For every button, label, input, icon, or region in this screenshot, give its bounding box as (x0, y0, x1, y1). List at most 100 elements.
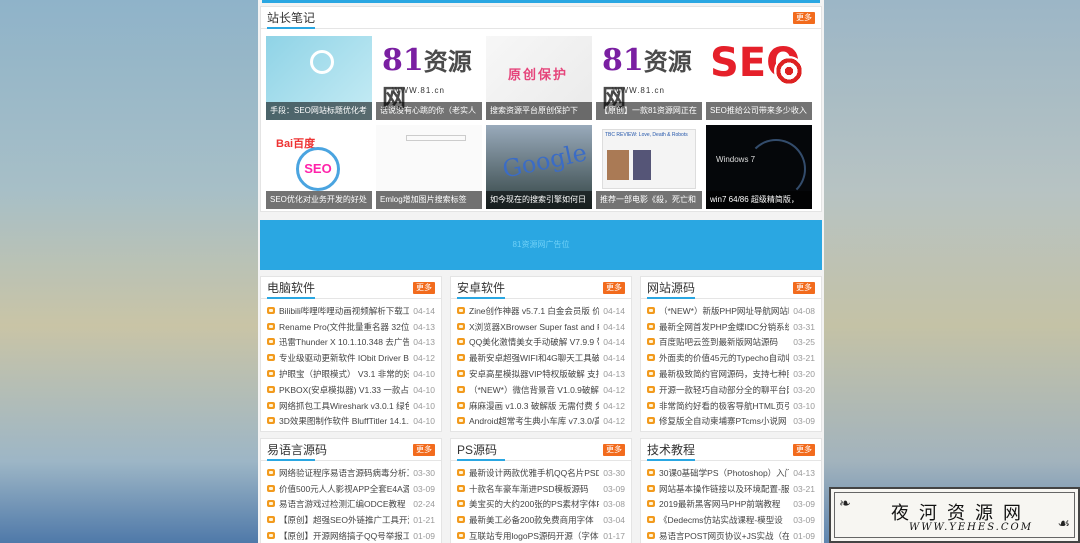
item-icon (267, 322, 276, 331)
list-item[interactable]: X浏览器XBrowser Super fast and P 04-14 (457, 319, 625, 335)
notes-more-button[interactable]: 更多 (793, 11, 815, 24)
section-more-button[interactable]: 更多 (793, 281, 815, 294)
list-item[interactable]: 最新设计两款优雅手机QQ名片PSD源 03-30 (457, 465, 625, 481)
item-icon (647, 468, 656, 477)
item-icon (267, 417, 276, 425)
item-icon (457, 500, 466, 508)
thumbnail-card[interactable]: TBC REVIEW: Love, Death & Robots 推荐一部电影《… (596, 125, 702, 209)
list-item[interactable]: （*NEW*）新版PHP网址导航网站时代04-08 (647, 303, 815, 319)
ad-banner[interactable]: 81资源网广告位 (260, 220, 822, 270)
thumbnail-caption: 【原创】一款81资源网正在 (596, 102, 702, 120)
thumbnail-caption: SEO优化对业务开发的好处 (266, 191, 372, 209)
item-icon (457, 484, 466, 493)
list-item[interactable]: 2019最新黑客网马PHP前端教程 03-09 (647, 497, 815, 513)
section-tutorials: 技术教程 更多 30课0基础学PS（Photoshop）入门 04-13 网站基本… (640, 438, 822, 543)
list-item[interactable]: 网络验证程序易语言源码病毒分析工具 03-30 (267, 465, 435, 481)
list-item[interactable]: （*NEW*）微信背景音 V1.0.9破解版 04-12 (457, 382, 625, 398)
item-icon (267, 354, 276, 362)
list-item[interactable]: 最新极致简约官网源码，支持七种图 03-20 (647, 366, 815, 382)
list-item[interactable]: Bilibili哔哩哔哩动画视频解析下载工 04-14 (267, 303, 435, 319)
list-item[interactable]: 【原创】开源网络搞子QQ号举报工具 01-09 (267, 528, 435, 543)
notes-header: 站长笔记 更多 (261, 7, 821, 29)
thumbnail-caption: 搜索资源平台原创保护下 (486, 102, 592, 120)
item-icon (647, 484, 656, 493)
section-website-source: 网站源码 更多 （*NEW*）新版PHP网址导航网站时代04-08 最新全网首发… (640, 276, 822, 432)
article-list: 30课0基础学PS（Photoshop）入门 04-13 网站基本操作链接以及环境… (641, 461, 821, 543)
site-logo-url: WWW.81.cn (392, 86, 446, 95)
item-icon (267, 468, 276, 477)
list-item[interactable]: 护眼宝（护眼模式） V3.1 非常的好用 04-10 (267, 366, 435, 382)
thumbnail-card[interactable]: 手段：SEO网站标题优化考 (266, 36, 372, 120)
list-item[interactable]: 百度贴吧云签到最新版网站源码 03-25 (647, 335, 815, 351)
section-header: 网站源码 更多 (641, 277, 821, 299)
item-icon (647, 500, 656, 508)
thumbnail-caption: 话说没有心跳的你（老实人 (376, 102, 482, 120)
item-icon (647, 338, 656, 346)
item-icon (267, 306, 276, 315)
list-item[interactable]: 价值500元人人影视APP全套E4A源码 03-09 (267, 481, 435, 497)
thumbnail-card[interactable]: Bai百度 SEO SEO优化对业务开发的好处 (266, 125, 372, 209)
list-item[interactable]: 30课0基础学PS（Photoshop）入门 04-13 (647, 465, 815, 481)
section-more-button[interactable]: 更多 (413, 443, 435, 456)
list-item[interactable]: 易语言POST网页协议+JS实战（在线 01-09 (647, 528, 815, 543)
item-icon (457, 385, 466, 394)
thumbnail-card[interactable]: 原创保护 搜索资源平台原创保护下 (486, 36, 592, 120)
list-item[interactable]: 最新安卓超强WIFI和4G聊天工具破解 04-14 (457, 350, 625, 366)
section-header: 易语言源码 更多 (261, 439, 441, 461)
list-item[interactable]: Rename Pro(文件批量重名器 32位 6 04-13 (267, 319, 435, 335)
article-list: 最新设计两款优雅手机QQ名片PSD源 03-30 十款名车豪车渐进PSD模板源码 0… (451, 461, 631, 543)
list-item[interactable]: 网站基本操作链接以及环境配置-服务 03-21 (647, 481, 815, 497)
list-item[interactable]: 《Dedecms仿站实战课程-模型设 03-09 (647, 512, 815, 528)
watermark-url: WWW.YEHES.COM (909, 522, 1033, 533)
notes-thumbnail-grid: 手段：SEO网站标题优化考 81资源网 WWW.81.cn 话说没有心跳的你（老… (261, 29, 821, 209)
section-more-button[interactable]: 更多 (603, 443, 625, 456)
list-item[interactable]: 网络抓包工具Wireshark v3.0.1 绿色 04-10 (267, 398, 435, 414)
list-item[interactable]: 3D效果图制作软件 BluffTitler 14.1.2. 04-10 (267, 414, 435, 430)
section-header: 技术教程 更多 (641, 439, 821, 461)
notes-panel: 站长笔记 更多 手段：SEO网站标题优化考 81资源网 WWW.81.cn 话说… (260, 6, 822, 212)
thumbnail-card[interactable]: Google 如今现在的搜索引擎如何日 (486, 125, 592, 209)
list-item[interactable]: 美宝买的大约200张的PS素材字体PSD03-08 (457, 497, 625, 513)
list-item[interactable]: 十款名车豪车渐进PSD模板源码 03-09 (457, 481, 625, 497)
list-item[interactable]: 互联站专用logoPS源码开源（字体打 01-17 (457, 528, 625, 543)
item-icon (267, 516, 276, 524)
thumbnail-card[interactable]: Windows 7 win7 64/86 超级精简版， (706, 125, 812, 209)
list-item[interactable]: QQ美化激情美女手动破解 V7.9.9 带 04-14 (457, 335, 625, 351)
article-list: 网络验证程序易语言源码病毒分析工具 03-30 价值500元人人影视APP全套E4… (261, 461, 441, 543)
thumbnail-card[interactable]: SEO SEO推给公司带来多少收入 (706, 36, 812, 120)
section-more-button[interactable]: 更多 (413, 281, 435, 294)
thumbnail-card[interactable]: Emlog增加图片搜索标签 (376, 125, 482, 209)
list-item[interactable]: 专业级驱动更新软件 IObit Driver Bo 04-12 (267, 350, 435, 366)
section-more-button[interactable]: 更多 (793, 443, 815, 456)
background-right (824, 0, 1080, 543)
list-item[interactable]: Zine创作神器 v5.7.1 白金会员版 价值 04-14 (457, 303, 625, 319)
notes-title: 站长笔记 (267, 11, 316, 25)
list-item[interactable]: 最新美工必备200款免费商用字体 03-04 (457, 512, 625, 528)
section-ps-source: PS源码 更多 最新设计两款优雅手机QQ名片PSD源 03-30 十款名车豪车渐进… (450, 438, 632, 543)
list-item[interactable]: 【原创】超强SEO外链推广工具开源 01-21 (267, 512, 435, 528)
item-icon (267, 370, 276, 378)
list-item[interactable]: PKBOX(安卓模拟器) V1.33 一款占用 04-10 (267, 382, 435, 398)
list-item[interactable]: 迅雷Thunder X 10.1.10.348 去广告 04-13 (267, 335, 435, 351)
list-item[interactable]: 非常简约好看的极客导航HTML页引 03-10 (647, 398, 815, 414)
section-pc-software: 电脑软件 更多 Bilibili哔哩哔哩动画视频解析下载工 04-14 Renam… (260, 276, 442, 432)
item-icon (457, 322, 466, 331)
section-e-language-source: 易语言源码 更多 网络验证程序易语言源码病毒分析工具 03-30 价值500元人人… (260, 438, 442, 543)
thumbnail-card[interactable]: 81资源网 WWW.81.cn 话说没有心跳的你（老实人 (376, 36, 482, 120)
background-left (0, 0, 258, 543)
list-item[interactable]: 修复版全自动柬埔寨PTcms小说网 03-09 (647, 414, 815, 430)
item-icon (647, 532, 656, 540)
list-item[interactable]: 最新全网首发PHP金蝶IDC分销系统 03-31 (647, 319, 815, 335)
article-list: Zine创作神器 v5.7.1 白金会员版 价值 04-14 X浏览器XBrows… (451, 299, 631, 429)
list-item[interactable]: 外面卖的价值45元的Typecho自动收 03-21 (647, 350, 815, 366)
list-item[interactable]: 开源一款轻巧自动部分全的聊平台网 03-20 (647, 382, 815, 398)
list-item[interactable]: 易语言游戏过检测汇编ODCE教程 02-24 (267, 497, 435, 513)
list-item[interactable]: 安卓高星模拟器VIP特权版破解 支持 04-13 (457, 366, 625, 382)
section-more-button[interactable]: 更多 (603, 281, 625, 294)
thumbnail-card[interactable]: 81资源网 WWW.81.cn 【原创】一款81资源网正在 (596, 36, 702, 120)
section-header: 安卓软件 更多 (451, 277, 631, 299)
list-item[interactable]: Android超常考生典小车库 v7.3.0/高 04-12 (457, 414, 625, 430)
item-icon (457, 354, 466, 362)
item-icon (457, 532, 466, 540)
list-item[interactable]: 麻麻漫画 v1.0.3 破解版 无需付费 免 04-12 (457, 398, 625, 414)
